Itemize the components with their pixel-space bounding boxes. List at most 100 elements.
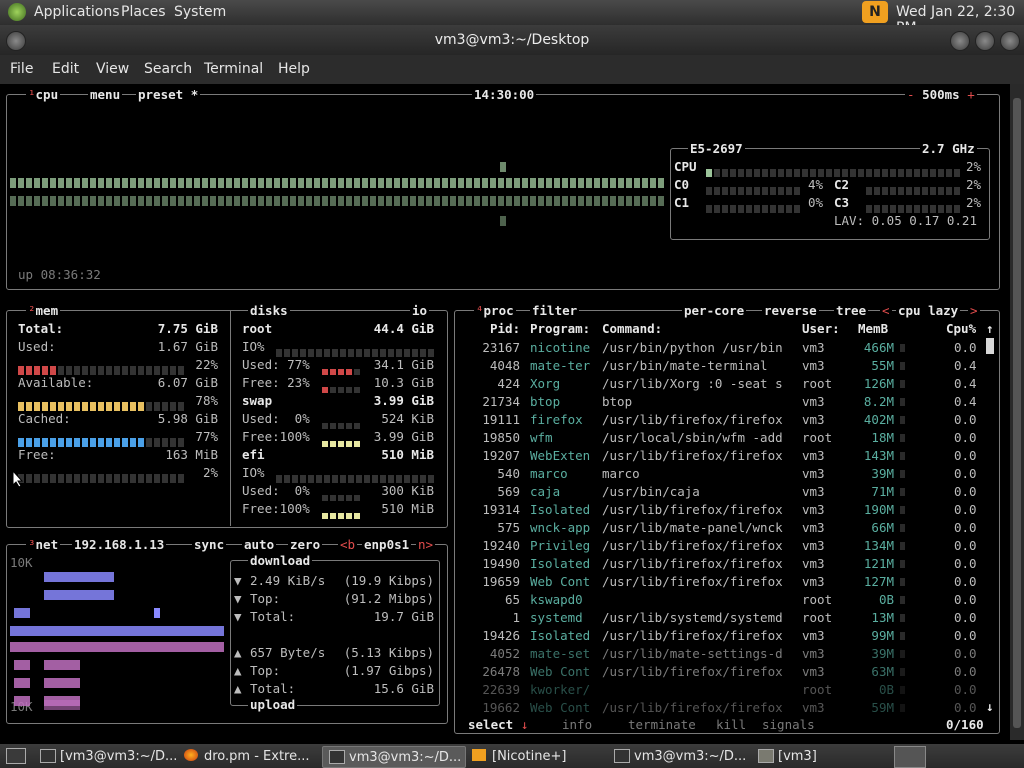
disk-swap-size: 3.99 GiB [373,393,434,408]
net-auto-toggle[interactable]: auto [242,538,277,552]
ul-top: (1.97 Gibps) [343,663,434,678]
taskbar-item-nicotine[interactable]: [Nicotine+] [466,746,606,766]
header-pid[interactable]: Pid: [490,322,520,336]
system-menu[interactable]: System [174,4,226,20]
nicotine-tray-icon[interactable]: N [862,1,888,23]
menu-edit[interactable]: Edit [52,61,79,77]
proc-tree-toggle[interactable]: tree [834,304,869,318]
taskbar-item-label: vm3@vm3:~/D... [349,750,462,765]
workspace-switcher-icon[interactable] [894,746,926,768]
show-desktop-icon[interactable] [6,748,26,764]
net-prev-iface[interactable]: <b [338,538,358,552]
proc-pid: 65 [504,592,520,607]
proc-pid: 22639 [482,682,520,697]
disk-efi-free-label: Free:100% [242,501,310,516]
table-row[interactable]: 23167 nicotine/usr/bin/python /usr/bin vm3… [456,338,996,356]
close-icon[interactable] [1000,31,1020,51]
table-row[interactable]: 569 caja/usr/bin/caja vm3 71M 0.0 [456,482,996,500]
io-toggle[interactable]: io [410,304,430,318]
proc-info-button[interactable]: info [560,718,595,732]
proc-per-core-toggle[interactable]: per-core [682,304,747,318]
net-next-iface[interactable]: n> [416,538,436,552]
window-title-bar[interactable]: vm3@vm3:~/Desktop [0,25,1024,55]
tab-preset[interactable]: preset [138,87,183,102]
table-row[interactable]: 1 systemd/usr/lib/systemd/systemd root 13M 0… [456,608,996,626]
dl-top: (91.2 Mibps) [343,591,434,606]
tab-cpu[interactable]: cpu [36,87,59,102]
table-row[interactable]: 26478 Web Cont/usr/lib/firefox/firefox vm3… [456,662,996,680]
proc-scroll-thumb[interactable] [986,338,994,354]
taskbar-item-terminal-active[interactable]: vm3@vm3:~/D... [322,746,466,768]
table-row[interactable]: 65 kswapd0 root 0B 0.0 [456,590,996,608]
proc-user: vm3 [802,646,825,661]
mate-logo-icon[interactable] [8,3,26,21]
table-row[interactable]: 19490 Isolated/usr/lib/firefox/firefox vm3… [456,554,996,572]
interval-plus[interactable]: + [967,87,975,102]
proc-scroll-up-icon[interactable]: ↑ [986,322,994,336]
proc-reverse-toggle[interactable]: reverse [762,304,819,318]
menu-terminal[interactable]: Terminal [204,61,263,77]
proc-user: vm3 [802,700,825,715]
uptime: up 08:36:32 [18,267,101,282]
proc-mem: 121M [863,556,894,571]
table-row[interactable]: 19314 Isolated/usr/lib/firefox/firefox vm3… [456,500,996,518]
proc-kill-button[interactable]: kill [714,718,749,732]
net-sync-toggle[interactable]: sync [192,538,227,552]
table-row[interactable]: 19240 Privileg/usr/lib/firefox/firefox vm3… [456,536,996,554]
proc-select-button[interactable]: select [468,717,513,732]
header-memb[interactable]: MemB [858,322,888,336]
net-zero-toggle[interactable]: zero [288,538,323,552]
applications-menu[interactable]: Applications [34,4,120,20]
header-command[interactable]: Command: [602,322,662,336]
places-menu[interactable]: Places [121,4,166,20]
menu-file[interactable]: File [10,61,33,77]
table-row[interactable]: 575 wnck-app/usr/lib/mate-panel/wnck vm3 66… [456,518,996,536]
core-c2-label: C2 [834,177,850,192]
proc-command: /usr/lib/firefox/firefox [602,502,783,517]
proc-sort-prev[interactable]: < [880,304,892,318]
table-row[interactable]: 19426 Isolated/usr/lib/firefox/firefox vm3… [456,626,996,644]
proc-filter[interactable]: filter [530,304,580,318]
terminal-scrollbar[interactable] [1010,84,1024,740]
taskbar-item-firefox[interactable]: dro.pm - Extre... [178,746,320,766]
table-row[interactable]: 19207 WebExten/usr/lib/firefox/firefox vm3… [456,446,996,464]
minimize-icon[interactable] [950,31,970,51]
table-row[interactable]: 22639 kworker/root 0B 0.0 [456,680,996,698]
taskbar-item-terminal-1[interactable]: [vm3@vm3:~/D... [34,746,177,766]
terminal-area[interactable]: ¹cpu menu preset * 14:30:00 - 500ms + up… [0,84,1010,740]
proc-command: marco [602,466,640,481]
table-row[interactable]: 4048 mate-ter/usr/bin/mate-terminal vm3 55M… [456,356,996,374]
table-row[interactable]: 424 Xorg/usr/lib/Xorg :0 -seat s root 126M 0… [456,374,996,392]
tab-menu[interactable]: menu [88,88,123,102]
net-title[interactable]: net [36,537,59,552]
table-row[interactable]: 4052 mate-set/usr/lib/mate-settings-d vm3 3… [456,644,996,662]
proc-sort-next[interactable]: > [968,304,980,318]
terminal-scrollbar-thumb[interactable] [1013,98,1021,728]
taskbar-item-folder[interactable]: [vm3] [752,746,892,766]
table-row[interactable]: 19659 Web Cont/usr/lib/firefox/firefox vm3… [456,572,996,590]
proc-title[interactable]: proc [484,303,514,318]
menu-search[interactable]: Search [144,61,192,77]
header-program[interactable]: Program: [530,322,590,336]
menu-view[interactable]: View [96,61,129,77]
table-row[interactable]: 19662 Web Cont/usr/lib/firefox/firefox vm3… [456,698,996,716]
proc-terminate-button[interactable]: terminate [626,718,698,732]
table-row[interactable]: 19111 firefox/usr/lib/firefox/firefox vm3 4… [456,410,996,428]
table-row[interactable]: 540 marco marco vm3 39M 0.0 [456,464,996,482]
table-row[interactable]: 19850 wfm/usr/local/sbin/wfm -add root 18M 0… [456,428,996,446]
disk-root-label: root [242,321,273,336]
taskbar-item-terminal-2[interactable]: vm3@vm3:~/D... [608,746,750,766]
mem-title[interactable]: mem [36,303,59,318]
proc-list[interactable]: 23167 nicotine/usr/bin/python /usr/bin vm3… [456,338,986,716]
header-cpu[interactable]: Cpu% [946,322,976,336]
maximize-icon[interactable] [975,31,995,51]
proc-scroll-down-icon[interactable]: ↓ [986,700,994,714]
menu-help[interactable]: Help [278,61,310,77]
interval-minus[interactable]: - [907,87,915,102]
header-user[interactable]: User: [802,322,840,336]
disk-root-free-value: 10.3 GiB [373,375,434,390]
proc-mem: 143M [863,448,894,463]
disks-title[interactable]: disks [248,304,290,318]
proc-signals-button[interactable]: signals [760,718,817,732]
table-row[interactable]: 21734 btop btop vm3 8.2M 0.4 [456,392,996,410]
